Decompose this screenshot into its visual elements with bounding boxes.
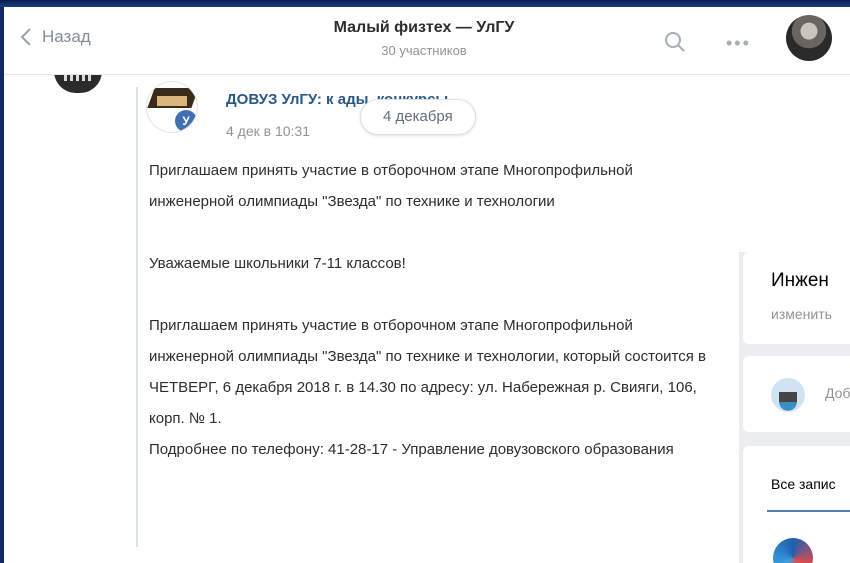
edit-link[interactable]: изменить <box>771 306 832 322</box>
community-icon <box>771 378 805 412</box>
post-paragraph: Подробнее по телефону: 41-28-17 - Управл… <box>149 441 674 458</box>
community-title: Инжен <box>771 270 829 291</box>
posts-card: Все запис <box>743 446 850 563</box>
university-logo: У <box>175 110 197 132</box>
date-separator: 4 декабря <box>360 99 476 135</box>
post-paragraph: Уважаемые школьники 7-11 классов! <box>149 255 406 272</box>
chat-window: Назад Малый физтех — УлГУ 30 участников … <box>4 7 850 563</box>
window-frame-top <box>0 0 850 7</box>
post-time[interactable]: 4 дек в 10:31 <box>226 123 310 139</box>
chat-title-block[interactable]: Малый физтех — УлГУ 30 участников <box>304 19 544 58</box>
more-icon[interactable]: ••• <box>726 33 751 54</box>
community-card: Инжен изменить <box>743 252 850 344</box>
post-paragraph: Приглашаем принять участие в отборочном … <box>149 317 706 427</box>
post-text: Приглашаем принять участие в отборочном … <box>149 155 709 465</box>
tab-all-posts[interactable]: Все запис <box>771 476 836 492</box>
post-paragraph: Приглашаем принять участие в отборочном … <box>149 162 633 210</box>
chat-avatar[interactable] <box>786 15 832 61</box>
chat-header: Назад Малый физтех — УлГУ 30 участников … <box>4 7 850 75</box>
right-sidebar: Инжен изменить Доб Все запис <box>739 252 850 563</box>
member-count: 30 участников <box>381 43 467 58</box>
chevron-left-icon <box>20 28 31 46</box>
add-label: Доб <box>825 385 850 401</box>
author-avatar[interactable] <box>773 538 813 563</box>
back-button[interactable]: Назад <box>20 27 91 47</box>
message-feed: У ДОВУЗ УлГУ: к ады, конкурсы 4 дек в 10… <box>4 67 744 563</box>
add-card[interactable]: Доб <box>743 356 850 432</box>
group-avatar[interactable]: У <box>146 81 198 133</box>
search-icon[interactable] <box>664 31 686 53</box>
repost-divider <box>136 87 138 547</box>
active-tab-underline <box>767 510 850 512</box>
back-label: Назад <box>42 27 91 46</box>
chat-title: Малый физтех — УлГУ <box>333 19 515 36</box>
